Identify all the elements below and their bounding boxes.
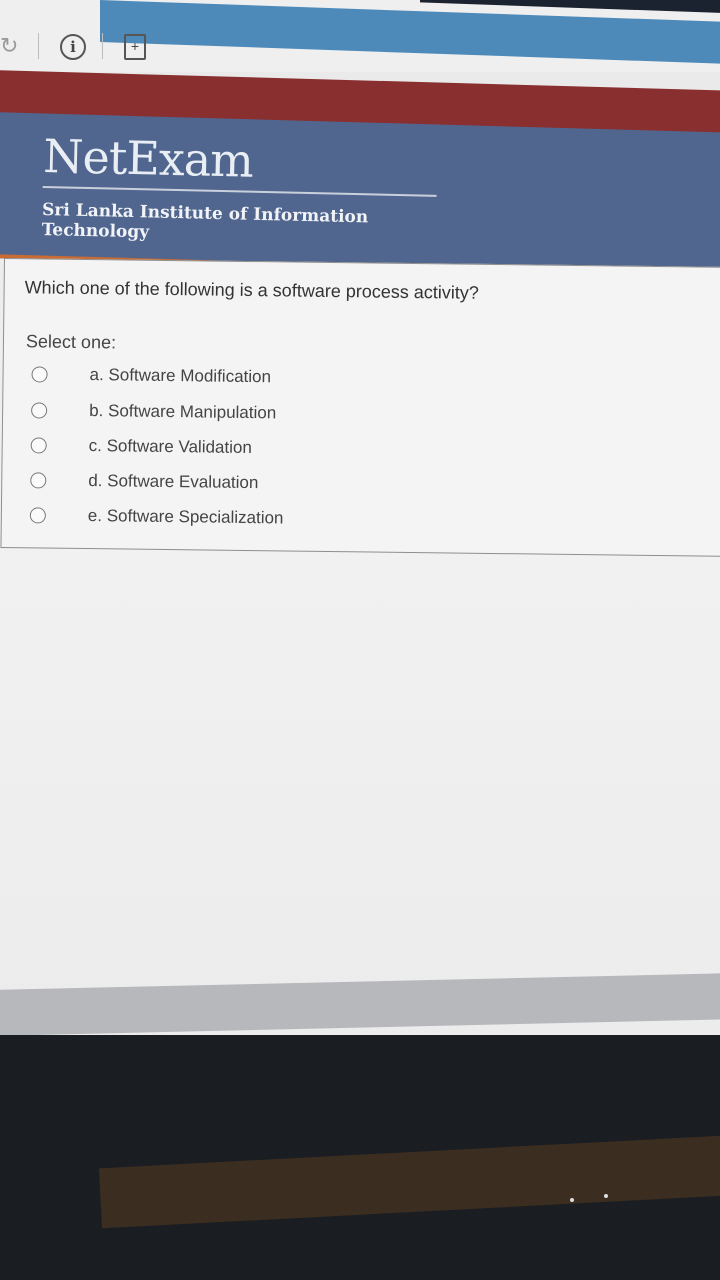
select-one-label: Select one: xyxy=(25,331,117,353)
site-title: NetExam xyxy=(42,128,254,188)
answer-option-d[interactable]: d. Software Evaluation xyxy=(30,467,259,496)
answer-option-a[interactable]: a. Software Modification xyxy=(31,361,271,390)
info-icon[interactable]: i xyxy=(60,34,86,60)
window-edge xyxy=(420,0,720,14)
answer-option-e[interactable]: e. Software Specialization xyxy=(29,502,284,531)
browser-toolbar: ↻ i + xyxy=(0,0,720,72)
radio-button[interactable] xyxy=(29,507,46,524)
toolbar-divider xyxy=(102,33,103,59)
page-icon[interactable]: + xyxy=(124,34,146,60)
option-label[interactable]: b. Software Manipulation xyxy=(89,401,276,423)
answer-option-b[interactable]: b. Software Manipulation xyxy=(31,397,276,426)
light-dot xyxy=(604,1194,608,1198)
radio-button[interactable] xyxy=(30,437,47,454)
screen: ↻ i + NetExam Sri Lanka Institute of Inf… xyxy=(0,0,720,1035)
radio-button[interactable] xyxy=(31,366,48,383)
monitor-bezel xyxy=(0,972,720,1035)
answer-option-c[interactable]: c. Software Validation xyxy=(30,432,252,461)
radio-button[interactable] xyxy=(30,472,47,489)
question-card: Which one of the following is a software… xyxy=(0,258,720,558)
reload-icon[interactable]: ↻ xyxy=(0,34,22,58)
question-text: Which one of the following is a software… xyxy=(24,277,479,303)
desk-surface xyxy=(98,1131,720,1229)
brand: NetExam Sri Lanka Institute of Informati… xyxy=(41,128,463,249)
option-label[interactable]: c. Software Validation xyxy=(89,436,252,458)
toolbar-divider xyxy=(38,33,39,59)
option-label[interactable]: d. Software Evaluation xyxy=(88,471,258,493)
radio-button[interactable] xyxy=(31,402,48,419)
light-dot xyxy=(570,1198,574,1202)
option-label[interactable]: a. Software Modification xyxy=(89,365,271,387)
option-label[interactable]: e. Software Specialization xyxy=(88,506,284,528)
